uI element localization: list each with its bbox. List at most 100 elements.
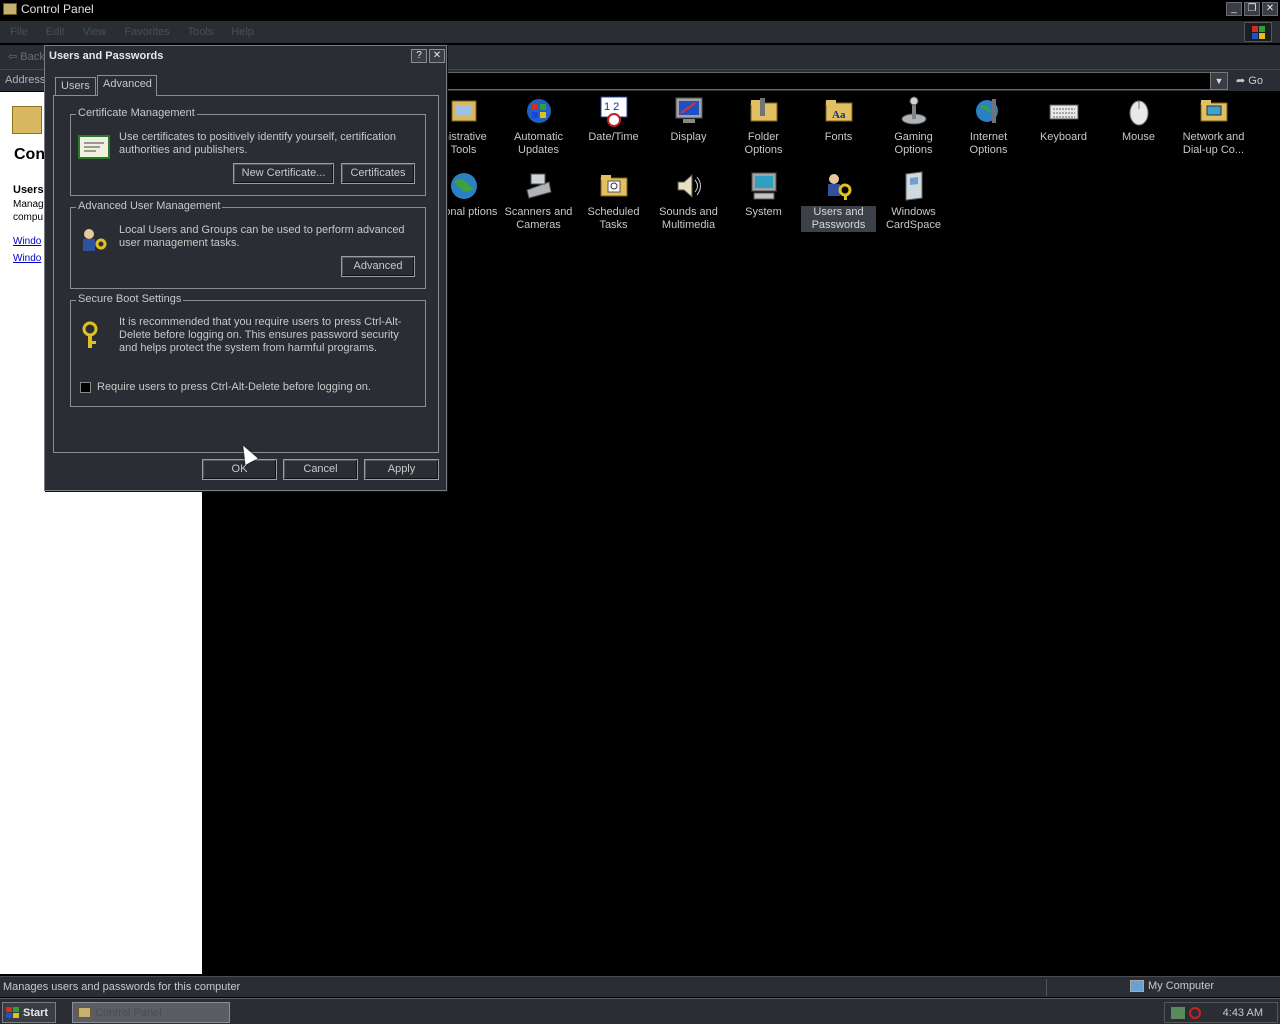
selected-item-title: Users bbox=[13, 184, 44, 196]
item-fonts[interactable]: Aa Fonts bbox=[801, 95, 876, 144]
item-scanners-cameras[interactable]: Scanners and Cameras bbox=[501, 170, 576, 232]
taskbar: Start Control Panel 4:43 AM bbox=[0, 998, 1280, 1024]
mouse-icon bbox=[1123, 95, 1155, 127]
item-internet-options[interactable]: Internet Options bbox=[951, 95, 1026, 157]
item-gaming-options[interactable]: Gaming Options bbox=[876, 95, 951, 157]
go-button[interactable]: ➦ Go bbox=[1236, 74, 1263, 87]
close-button[interactable]: ✕ bbox=[1262, 2, 1278, 16]
taskbar-item-control-panel[interactable]: Control Panel bbox=[72, 1002, 230, 1023]
certificate-icon bbox=[78, 133, 110, 161]
control-panel-small-icon bbox=[78, 1007, 91, 1018]
minimize-button[interactable]: _ bbox=[1226, 2, 1242, 16]
dialog-close-button[interactable]: ✕ bbox=[429, 49, 445, 63]
windows-logo-icon bbox=[1244, 22, 1272, 42]
start-button[interactable]: Start bbox=[2, 1002, 56, 1023]
clock[interactable]: 4:43 AM bbox=[1223, 1007, 1263, 1019]
tab-advanced[interactable]: Advanced bbox=[97, 75, 157, 96]
menu-view[interactable]: View bbox=[83, 26, 107, 38]
item-sounds-multimedia[interactable]: Sounds and Multimedia bbox=[651, 170, 726, 232]
status-zone: My Computer bbox=[1130, 980, 1214, 992]
tab-users[interactable]: Users bbox=[55, 77, 96, 95]
item-display[interactable]: Display bbox=[651, 95, 726, 144]
status-bar: Manages users and passwords for this com… bbox=[0, 976, 1280, 997]
status-divider bbox=[1046, 979, 1047, 996]
item-automatic-updates[interactable]: Automatic Updates bbox=[501, 95, 576, 157]
group-advanced-user-management: Advanced User Management Local Users and… bbox=[70, 200, 426, 289]
date-time-icon: 1 2 bbox=[598, 95, 630, 127]
group-secure-boot-settings: Secure Boot Settings It is recommended t… bbox=[70, 293, 426, 407]
group-title: Advanced User Management bbox=[76, 200, 223, 212]
group-title: Secure Boot Settings bbox=[76, 293, 184, 305]
address-label: Address bbox=[5, 74, 46, 86]
address-input[interactable] bbox=[445, 72, 1228, 90]
advanced-tab-panel: Certificate Management Use certificates … bbox=[53, 95, 439, 453]
item-scheduled-tasks[interactable]: Scheduled Tasks bbox=[576, 170, 651, 232]
menu-favorites[interactable]: Favorites bbox=[124, 26, 169, 38]
advanced-button[interactable]: Advanced bbox=[341, 256, 415, 277]
internet-options-icon bbox=[973, 95, 1005, 127]
item-network-dialup[interactable]: Network and Dial-up Co... bbox=[1176, 95, 1251, 157]
go-label: Go bbox=[1248, 75, 1263, 87]
my-computer-icon bbox=[1130, 980, 1144, 992]
network-tray-icon[interactable] bbox=[1171, 1006, 1185, 1019]
pane-link-2[interactable]: Windo bbox=[13, 253, 41, 264]
item-mouse[interactable]: Mouse bbox=[1101, 95, 1176, 144]
users-passwords-dialog: Users and Passwords ? ✕ Users Advanced C… bbox=[44, 45, 447, 491]
item-users-passwords[interactable]: Users and Passwords bbox=[801, 170, 876, 232]
certificate-description: Use certificates to positively identify … bbox=[119, 131, 396, 156]
users-passwords-icon bbox=[823, 170, 855, 202]
back-button[interactable]: ⇦ Back bbox=[8, 50, 45, 63]
fonts-icon: Aa bbox=[823, 95, 855, 127]
system-tray: 4:43 AM bbox=[1164, 1002, 1278, 1023]
checkbox-label: Require users to press Ctrl-Alt-Delete b… bbox=[97, 381, 371, 393]
advanced-description: Local Users and Groups can be used to pe… bbox=[119, 224, 405, 249]
svg-text:Aa: Aa bbox=[832, 109, 846, 121]
gaming-options-icon bbox=[898, 95, 930, 127]
new-certificate-button[interactable]: New Certificate... bbox=[233, 163, 334, 184]
control-panel-icon bbox=[3, 3, 17, 15]
item-windows-cardspace[interactable]: Windows CardSpace bbox=[876, 170, 951, 232]
menu-bar: File Edit View Favorites Tools Help bbox=[0, 21, 1280, 43]
key-icon bbox=[78, 319, 110, 348]
ok-button[interactable]: OK bbox=[202, 459, 277, 480]
start-label: Start bbox=[23, 1006, 49, 1019]
pane-title: Con bbox=[14, 146, 46, 163]
help-button[interactable]: ? bbox=[411, 49, 427, 63]
menu-edit[interactable]: Edit bbox=[46, 26, 65, 38]
address-dropdown-button[interactable]: ▼ bbox=[1210, 72, 1228, 90]
group-title: Certificate Management bbox=[76, 107, 197, 119]
zone-label: My Computer bbox=[1148, 980, 1215, 992]
certificates-button[interactable]: Certificates bbox=[341, 163, 415, 184]
network-icon bbox=[1198, 95, 1230, 127]
item-folder-options[interactable]: Folder Options bbox=[726, 95, 801, 157]
group-certificate-management: Certificate Management Use certificates … bbox=[70, 107, 426, 196]
dialog-title: Users and Passwords bbox=[49, 50, 164, 62]
item-date-time[interactable]: 1 2 Date/Time bbox=[576, 95, 651, 144]
menu-file[interactable]: File bbox=[10, 26, 28, 38]
sounds-icon bbox=[673, 170, 705, 202]
menu-help[interactable]: Help bbox=[231, 26, 254, 38]
apply-button[interactable]: Apply bbox=[364, 459, 439, 480]
menu-tools[interactable]: Tools bbox=[188, 26, 214, 38]
users-keys-icon bbox=[78, 226, 110, 254]
restore-button[interactable]: ❐ bbox=[1244, 2, 1260, 16]
secure-boot-description: It is recommended that you require users… bbox=[119, 316, 402, 354]
system-icon bbox=[748, 170, 780, 202]
pane-link-1[interactable]: Windo bbox=[13, 236, 41, 247]
dialog-titlebar: Users and Passwords ? ✕ bbox=[47, 48, 445, 66]
security-tray-icon[interactable] bbox=[1189, 1006, 1201, 1019]
window-titlebar: Control Panel _ ❐ ✕ bbox=[0, 0, 1280, 18]
taskbar-item-label: Control Panel bbox=[95, 1006, 162, 1019]
item-keyboard[interactable]: Keyboard bbox=[1026, 95, 1101, 144]
admin-tools-icon bbox=[448, 95, 480, 127]
back-label: Back bbox=[20, 51, 45, 63]
scheduled-tasks-icon bbox=[598, 170, 630, 202]
item-system[interactable]: System bbox=[726, 170, 801, 219]
automatic-updates-icon bbox=[523, 95, 555, 127]
cardspace-icon bbox=[898, 170, 930, 202]
checkbox-box[interactable] bbox=[80, 381, 91, 393]
ctrl-alt-delete-checkbox[interactable]: Require users to press Ctrl-Alt-Delete b… bbox=[80, 381, 371, 393]
control-panel-large-icon bbox=[12, 106, 42, 134]
status-message: Manages users and passwords for this com… bbox=[3, 981, 241, 993]
cancel-button[interactable]: Cancel bbox=[283, 459, 358, 480]
